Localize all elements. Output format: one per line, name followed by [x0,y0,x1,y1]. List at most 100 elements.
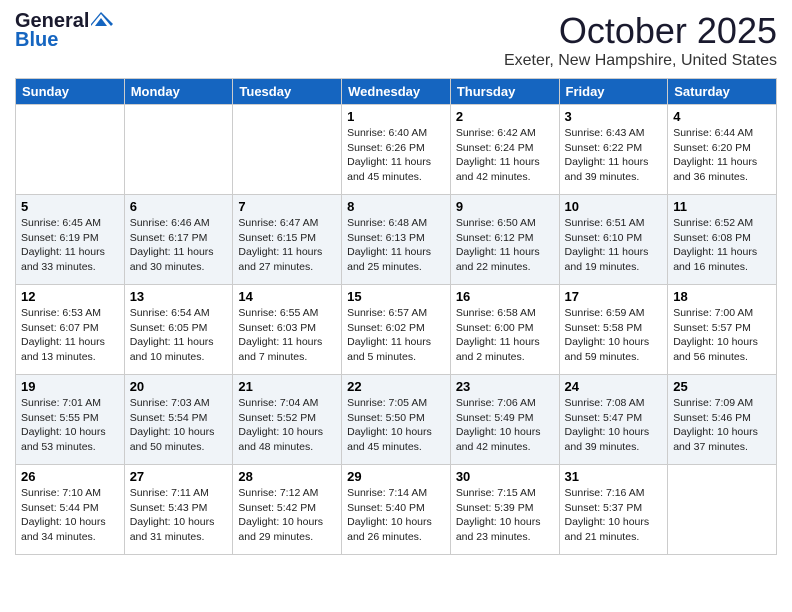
calendar-day-cell: 1Sunrise: 6:40 AMSunset: 6:26 PMDaylight… [342,105,451,195]
day-info: Sunrise: 7:01 AMSunset: 5:55 PMDaylight:… [21,396,119,455]
calendar-day-cell: 8 Sunrise: 6:48 AMSunset: 6:13 PMDaylight… [342,195,451,285]
calendar-day-cell: 17 Sunrise: 6:59 AMSunset: 5:58 PMDayligh… [559,285,668,375]
calendar-day-cell: 5 Sunrise: 6:45 AMSunset: 6:19 PMDaylight… [16,195,125,285]
logo-icon [91,12,113,28]
calendar-empty-cell [16,105,125,195]
calendar-day-cell: 30Sunrise: 7:15 AMSunset: 5:39 PMDayligh… [450,465,559,555]
day-number: 15 [347,289,445,304]
day-number: 9 [456,199,554,214]
day-number: 16 [456,289,554,304]
location: Exeter, New Hampshire, United States [504,52,777,70]
day-info: Sunrise: 7:03 AMSunset: 5:54 PMDaylight:… [130,396,228,455]
day-info: Sunrise: 6:57 AMSunset: 6:02 PMDaylight:… [347,306,445,365]
day-info: Sunrise: 6:52 AMSunset: 6:08 PMDaylight:… [673,216,771,275]
day-info: Sunrise: 7:10 AMSunset: 5:44 PMDaylight:… [21,486,119,545]
logo: General Blue [15,10,113,52]
header: General Blue October 2025 Exeter, New Ha… [15,10,777,70]
calendar-day-cell: 6 Sunrise: 6:46 AMSunset: 6:17 PMDaylight… [124,195,233,285]
calendar-day-cell: 24 Sunrise: 7:08 AMSunset: 5:47 PMDayligh… [559,375,668,465]
day-info: Sunrise: 7:04 AMSunset: 5:52 PMDaylight:… [238,396,336,455]
day-info: Sunrise: 6:44 AMSunset: 6:20 PMDaylight:… [673,126,771,185]
calendar-weekday-header: Tuesday [233,79,342,105]
day-info: Sunrise: 6:58 AMSunset: 6:00 PMDaylight:… [456,306,554,365]
day-number: 7 [238,199,336,214]
month-title: October 2025 [504,10,777,52]
day-info: Sunrise: 6:50 AMSunset: 6:12 PMDaylight:… [456,216,554,275]
calendar-week-row: 5 Sunrise: 6:45 AMSunset: 6:19 PMDaylight… [16,195,777,285]
calendar-day-cell: 27 Sunrise: 7:11 AMSunset: 5:43 PMDayligh… [124,465,233,555]
calendar-day-cell: 29 Sunrise: 7:14 AMSunset: 5:40 PMDayligh… [342,465,451,555]
day-info: Sunrise: 6:51 AMSunset: 6:10 PMDaylight:… [565,216,663,275]
calendar-week-row: 1Sunrise: 6:40 AMSunset: 6:26 PMDaylight… [16,105,777,195]
calendar-header-row: SundayMondayTuesdayWednesdayThursdayFrid… [16,79,777,105]
calendar-day-cell: 2 Sunrise: 6:42 AMSunset: 6:24 PMDaylight… [450,105,559,195]
day-number: 30 [456,469,554,484]
calendar-weekday-header: Sunday [16,79,125,105]
calendar-day-cell: 20Sunrise: 7:03 AMSunset: 5:54 PMDayligh… [124,375,233,465]
day-info: Sunrise: 6:45 AMSunset: 6:19 PMDaylight:… [21,216,119,275]
day-info: Sunrise: 6:42 AMSunset: 6:24 PMDaylight:… [456,126,554,185]
day-info: Sunrise: 7:14 AMSunset: 5:40 PMDaylight:… [347,486,445,545]
calendar-day-cell: 16 Sunrise: 6:58 AMSunset: 6:00 PMDayligh… [450,285,559,375]
page-container: General Blue October 2025 Exeter, New Ha… [0,0,792,565]
day-info: Sunrise: 7:16 AMSunset: 5:37 PMDaylight:… [565,486,663,545]
day-number: 1 [347,109,445,124]
day-info: Sunrise: 6:53 AMSunset: 6:07 PMDaylight:… [21,306,119,365]
calendar-day-cell: 7 Sunrise: 6:47 AMSunset: 6:15 PMDaylight… [233,195,342,285]
day-number: 29 [347,469,445,484]
calendar-day-cell: 4 Sunrise: 6:44 AMSunset: 6:20 PMDaylight… [668,105,777,195]
day-info: Sunrise: 6:46 AMSunset: 6:17 PMDaylight:… [130,216,228,275]
day-info: Sunrise: 6:59 AMSunset: 5:58 PMDaylight:… [565,306,663,365]
calendar-empty-cell [124,105,233,195]
day-number: 27 [130,469,228,484]
calendar-day-cell: 19 Sunrise: 7:01 AMSunset: 5:55 PMDayligh… [16,375,125,465]
day-number: 22 [347,379,445,394]
day-number: 21 [238,379,336,394]
calendar-day-cell: 14Sunrise: 6:55 AMSunset: 6:03 PMDayligh… [233,285,342,375]
calendar-weekday-header: Thursday [450,79,559,105]
day-number: 2 [456,109,554,124]
calendar-day-cell: 28 Sunrise: 7:12 AMSunset: 5:42 PMDayligh… [233,465,342,555]
calendar-weekday-header: Saturday [668,79,777,105]
day-number: 19 [21,379,119,394]
day-info: Sunrise: 6:47 AMSunset: 6:15 PMDaylight:… [238,216,336,275]
calendar-day-cell: 11Sunrise: 6:52 AMSunset: 6:08 PMDayligh… [668,195,777,285]
day-number: 12 [21,289,119,304]
day-info: Sunrise: 7:08 AMSunset: 5:47 PMDaylight:… [565,396,663,455]
day-number: 3 [565,109,663,124]
calendar-table: SundayMondayTuesdayWednesdayThursdayFrid… [15,78,777,555]
calendar-day-cell: 18Sunrise: 7:00 AMSunset: 5:57 PMDayligh… [668,285,777,375]
day-info: Sunrise: 6:54 AMSunset: 6:05 PMDaylight:… [130,306,228,365]
day-number: 6 [130,199,228,214]
day-info: Sunrise: 7:11 AMSunset: 5:43 PMDaylight:… [130,486,228,545]
day-number: 10 [565,199,663,214]
day-number: 26 [21,469,119,484]
calendar-day-cell: 26 Sunrise: 7:10 AMSunset: 5:44 PMDayligh… [16,465,125,555]
calendar-week-row: 26 Sunrise: 7:10 AMSunset: 5:44 PMDayligh… [16,465,777,555]
logo-blue-text: Blue [15,29,58,52]
calendar-day-cell: 3Sunrise: 6:43 AMSunset: 6:22 PMDaylight… [559,105,668,195]
calendar-day-cell: 25Sunrise: 7:09 AMSunset: 5:46 PMDayligh… [668,375,777,465]
calendar-weekday-header: Monday [124,79,233,105]
day-info: Sunrise: 6:55 AMSunset: 6:03 PMDaylight:… [238,306,336,365]
day-info: Sunrise: 6:48 AMSunset: 6:13 PMDaylight:… [347,216,445,275]
title-section: October 2025 Exeter, New Hampshire, Unit… [504,10,777,70]
calendar-day-cell: 9 Sunrise: 6:50 AMSunset: 6:12 PMDaylight… [450,195,559,285]
calendar-weekday-header: Wednesday [342,79,451,105]
day-number: 17 [565,289,663,304]
day-number: 4 [673,109,771,124]
calendar-day-cell: 21 Sunrise: 7:04 AMSunset: 5:52 PMDayligh… [233,375,342,465]
calendar-day-cell: 15 Sunrise: 6:57 AMSunset: 6:02 PMDayligh… [342,285,451,375]
day-info: Sunrise: 7:05 AMSunset: 5:50 PMDaylight:… [347,396,445,455]
day-number: 28 [238,469,336,484]
day-number: 8 [347,199,445,214]
day-number: 5 [21,199,119,214]
day-number: 23 [456,379,554,394]
calendar-day-cell: 12 Sunrise: 6:53 AMSunset: 6:07 PMDayligh… [16,285,125,375]
day-info: Sunrise: 7:12 AMSunset: 5:42 PMDaylight:… [238,486,336,545]
calendar-weekday-header: Friday [559,79,668,105]
calendar-day-cell: 10 Sunrise: 6:51 AMSunset: 6:10 PMDayligh… [559,195,668,285]
calendar-day-cell: 13Sunrise: 6:54 AMSunset: 6:05 PMDayligh… [124,285,233,375]
day-number: 24 [565,379,663,394]
calendar-day-cell: 23Sunrise: 7:06 AMSunset: 5:49 PMDayligh… [450,375,559,465]
